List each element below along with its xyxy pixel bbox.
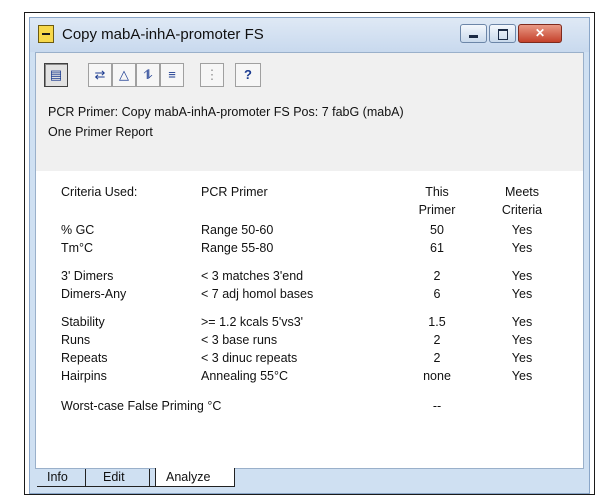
row-value: 50 [430,223,444,237]
report-panel: ▤ ⇄ △ ⥮ ≡ ⋮ ? PCR Primer: Copy mabA-inhA… [35,52,584,469]
tab-analyze[interactable]: Analyze [155,468,235,487]
report-type-line: One Primer Report [48,125,153,139]
row-value: 61 [430,241,444,255]
worst-case-value: -- [432,399,442,413]
row-criteria: Tm°C [61,241,94,255]
app-window: Copy mabA-inhA-promoter FS ✕ ▤ ⇄ △ ⥮ ≡ ⋮… [24,12,595,495]
equal-lines-icon[interactable]: ≡ [160,63,184,87]
row-value: 2 [433,351,441,365]
row-meets: Yes [511,223,533,237]
row-value: 2 [433,333,441,347]
row-meets: Yes [511,269,533,283]
row-desc: < 7 adj homol bases [201,287,314,301]
row-desc: < 3 matches 3'end [201,269,304,283]
header-this-primer: This [425,185,449,199]
swap-arrows-icon[interactable]: ⇄ [88,63,112,87]
search-sequence-icon[interactable]: ⋮ [200,63,224,87]
row-value: 6 [433,287,441,301]
help-icon[interactable]: ? [235,63,261,87]
row-meets: Yes [511,351,533,365]
window-frame: Copy mabA-inhA-promoter FS ✕ ▤ ⇄ △ ⥮ ≡ ⋮… [29,17,590,494]
warning-triangle-icon[interactable]: △ [112,63,136,87]
row-criteria: Runs [61,333,91,347]
row-value: 1.5 [428,315,446,329]
row-meets: Yes [511,333,533,347]
row-desc: Range 55-80 [201,241,274,255]
window-title: Copy mabA-inhA-promoter FS [62,26,264,43]
row-criteria: Stability [61,315,105,329]
tab-edit[interactable]: Edit [93,468,163,487]
header-pcr-primer: PCR Primer [201,185,268,199]
row-criteria: % GC [61,223,95,237]
header-criteria-used: Criteria Used: [61,185,138,199]
twist-arrows-icon[interactable]: ⥮ [136,63,160,87]
row-desc: < 3 base runs [201,333,278,347]
row-desc: Range 50-60 [201,223,274,237]
maximize-button[interactable] [489,24,516,43]
primer-info-line: PCR Primer: Copy mabA-inhA-promoter FS P… [48,105,404,119]
row-criteria: 3' Dimers [61,269,114,283]
row-meets: Yes [511,315,533,329]
row-desc: < 3 dinuc repeats [201,351,298,365]
row-value: 2 [433,269,441,283]
tab-divider [85,469,86,487]
row-criteria: Repeats [61,351,108,365]
row-desc: >= 1.2 kcals 5'vs3' [201,315,304,329]
row-criteria: Dimers-Any [61,287,127,301]
tab-bar: Info Edit Analyze [35,468,584,493]
tab-info[interactable]: Info [37,468,101,487]
title-bar[interactable]: Copy mabA-inhA-promoter FS ✕ [30,18,589,52]
minimize-button[interactable] [460,24,487,43]
app-icon [38,25,54,43]
row-desc: Annealing 55°C [201,369,289,383]
row-meets: Yes [511,241,533,255]
row-meets: Yes [511,369,533,383]
close-button[interactable]: ✕ [518,24,562,43]
row-criteria: Hairpins [61,369,107,383]
criteria-table: Criteria Used: PCR Primer This Primer Me… [36,171,583,468]
tab-divider [149,469,150,487]
header-meets: Meets [504,185,540,199]
document-icon[interactable]: ▤ [44,63,68,87]
header-area: ▤ ⇄ △ ⥮ ≡ ⋮ ? PCR Primer: Copy mabA-inhA… [36,53,583,171]
worst-case-label: Worst-case False Priming °C [61,399,222,413]
row-meets: Yes [511,287,533,301]
row-value: none [423,369,451,383]
header-meets-2: Criteria [501,203,543,217]
header-this-primer-2: Primer [418,203,456,217]
